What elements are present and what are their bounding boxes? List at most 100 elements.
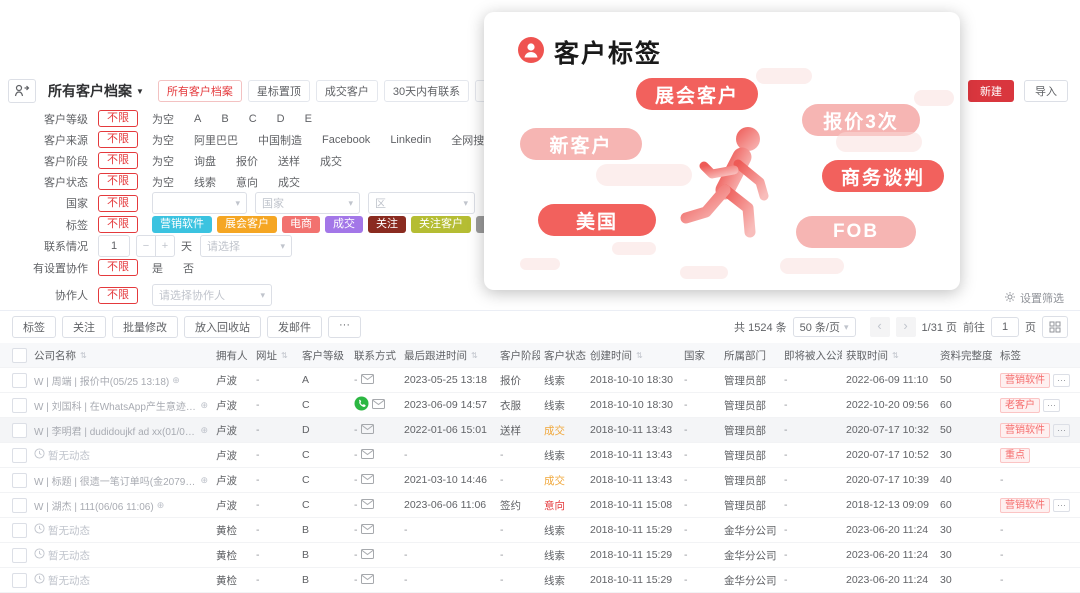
column-settings-icon[interactable] [1042, 316, 1068, 338]
filter-unlimited-chip[interactable]: 不限 [98, 173, 138, 190]
row-checkbox[interactable] [12, 423, 27, 438]
filter-tag-chip[interactable]: 关注 [368, 216, 406, 233]
tab-quick-filter-3[interactable]: 30天内有联系 [384, 80, 469, 102]
plus-button[interactable]: + [155, 236, 174, 256]
email-icon[interactable] [361, 474, 374, 487]
filter-option[interactable]: B [221, 113, 228, 125]
sort-icon[interactable]: ⇅ [281, 351, 288, 360]
tab-quick-filter-0[interactable]: 所有客户档案 [158, 80, 242, 102]
email-icon[interactable] [361, 524, 374, 537]
row-checkbox[interactable] [12, 523, 27, 538]
filter-option[interactable]: 是 [152, 260, 163, 276]
bulk-action-button-1[interactable]: 关注 [62, 316, 106, 338]
table-row[interactable]: W | 刘国科 | 在WhatsApp产生意迹... (06/09 14:57)… [0, 393, 1080, 418]
column-header-completeness[interactable]: 资料完整度⇅ [936, 348, 996, 363]
email-icon[interactable] [361, 424, 374, 437]
filter-option[interactable]: 为空 [152, 132, 174, 148]
expand-icon[interactable]: ⊕ [157, 500, 165, 511]
column-header-acquired[interactable]: 获取时间⇅ [842, 348, 936, 363]
column-header-pool[interactable]: 即将被入公海⇅ [780, 348, 842, 363]
collaborator-select[interactable]: 请选择协作人▾ [152, 284, 272, 306]
country-select-2[interactable]: 区▾ [368, 192, 475, 214]
filter-tag-chip[interactable]: 电商 [282, 216, 320, 233]
customer-tag-pill-2[interactable]: 新客户 [520, 128, 642, 160]
column-header-dept[interactable]: 所属部门 [720, 348, 780, 363]
country-select-1[interactable]: 国家▾ [255, 192, 360, 214]
tab-quick-filter-1[interactable]: 星标置顶 [248, 80, 310, 102]
filter-unlimited-chip[interactable]: 不限 [98, 216, 138, 233]
table-row[interactable]: W | 李明君 | dudidoujkf ad xx(01/06 15:01)⊕… [0, 418, 1080, 443]
filter-tag-chip[interactable]: 展会客户 [217, 216, 277, 233]
filter-option[interactable]: E [305, 113, 312, 125]
filter-option[interactable]: 中国制造 [258, 132, 302, 148]
table-row[interactable]: W | 湖杰 | 111(06/06 11:06)⊕卢波-C-2023-06-0… [0, 493, 1080, 518]
next-page-button[interactable]: › [896, 317, 916, 337]
filter-unlimited-chip[interactable]: 不限 [98, 259, 138, 276]
filter-option[interactable]: 否 [183, 260, 194, 276]
column-header-country[interactable]: 国家 [680, 348, 720, 363]
more-tags-button[interactable]: ··· [1053, 424, 1070, 437]
bulk-action-button-5[interactable]: ··· [328, 316, 361, 338]
sort-icon[interactable]: ⇅ [636, 351, 643, 360]
contact-type-select[interactable]: 请选择▾ [200, 235, 292, 257]
filter-tag-chip[interactable]: 关注客户 [411, 216, 471, 233]
filter-option[interactable]: 成交 [320, 153, 342, 169]
filter-option[interactable]: 报价 [236, 153, 258, 169]
page-size-select[interactable]: 50 条/页 ▾ [793, 317, 856, 337]
whatsapp-icon[interactable] [354, 396, 369, 414]
filter-option[interactable]: C [249, 113, 257, 125]
column-header-created[interactable]: 创建时间⇅ [586, 348, 680, 363]
customer-tag-pill-5[interactable]: FOB [796, 216, 916, 248]
goto-page-input[interactable]: 1 [991, 317, 1019, 337]
view-switcher-icon[interactable] [8, 79, 36, 103]
import-button[interactable]: 导入 [1024, 80, 1068, 102]
filter-option[interactable]: 询盘 [194, 153, 216, 169]
column-header-owner[interactable]: 拥有人 [212, 348, 252, 363]
table-row[interactable]: W | 周端 | 报价中(05/25 13:18)⊕卢波-A-2023-05-2… [0, 368, 1080, 393]
filter-option[interactable]: 为空 [152, 111, 174, 127]
filter-option[interactable]: 送样 [278, 153, 300, 169]
select-all-checkbox[interactable] [12, 348, 27, 363]
table-row[interactable]: 暂无动态黄检-B---线索2018-10-11 15:29-金华分公司-2023… [0, 543, 1080, 568]
column-header-grade[interactable]: 客户等级 [298, 348, 350, 363]
customer-tag-pill-4[interactable]: 美国 [538, 204, 656, 236]
company-name-link[interactable]: W | 刘国科 | 在WhatsApp产生意迹... (06/09 14:57) [34, 398, 197, 413]
email-icon[interactable] [361, 574, 374, 587]
filter-option[interactable]: Facebook [322, 134, 370, 146]
minus-button[interactable]: − [137, 236, 155, 256]
settings-filter-link[interactable]: 设置筛选 [1004, 290, 1064, 306]
more-tags-button[interactable]: ··· [1053, 499, 1070, 512]
contact-days-input[interactable]: 1 [98, 235, 130, 257]
country-select-0[interactable]: ▾ [152, 192, 247, 214]
row-checkbox[interactable] [12, 448, 27, 463]
row-checkbox[interactable] [12, 398, 27, 413]
bulk-action-button-0[interactable]: 标签 [12, 316, 56, 338]
expand-icon[interactable]: ⊕ [172, 375, 180, 386]
filter-unlimited-chip[interactable]: 不限 [98, 110, 138, 127]
email-icon[interactable] [372, 399, 385, 412]
filter-option[interactable]: 阿里巴巴 [194, 132, 238, 148]
sort-icon[interactable]: ⇅ [471, 351, 478, 360]
more-tags-button[interactable]: ··· [1053, 374, 1070, 387]
filter-option[interactable]: 为空 [152, 153, 174, 169]
row-checkbox[interactable] [12, 573, 27, 588]
filter-unlimited-chip[interactable]: 不限 [98, 195, 138, 212]
bulk-action-button-2[interactable]: 批量修改 [112, 316, 178, 338]
company-name-link[interactable]: W | 李明君 | dudidoujkf ad xx(01/06 15:01) [34, 423, 197, 438]
company-name-link[interactable]: W | 标题 | 很遗一笔订单吗(金20790... (03/10 14:46) [34, 473, 197, 488]
filter-unlimited-chip[interactable]: 不限 [98, 131, 138, 148]
column-header-company[interactable]: 公司名称⇅ [30, 348, 212, 363]
table-row[interactable]: 暂无动态卢波-C---线索2018-10-11 13:43-管理员部-2020-… [0, 443, 1080, 468]
bulk-action-button-4[interactable]: 发邮件 [267, 316, 322, 338]
column-header-contact[interactable]: 联系方式 [350, 348, 400, 363]
company-name-link[interactable]: W | 周端 | 报价中(05/25 13:18) [34, 373, 169, 388]
column-header-stage[interactable]: 客户阶段 [496, 348, 540, 363]
filter-option[interactable]: 意向 [236, 174, 258, 190]
filter-option[interactable]: A [194, 113, 201, 125]
sort-icon[interactable]: ⇅ [80, 351, 87, 360]
new-customer-button[interactable]: 新建 [968, 80, 1014, 102]
column-header-status[interactable]: 客户状态 [540, 348, 586, 363]
filter-unlimited-chip[interactable]: 不限 [98, 152, 138, 169]
customer-tag-pill-3[interactable]: 商务谈判 [822, 160, 944, 192]
email-icon[interactable] [361, 549, 374, 562]
